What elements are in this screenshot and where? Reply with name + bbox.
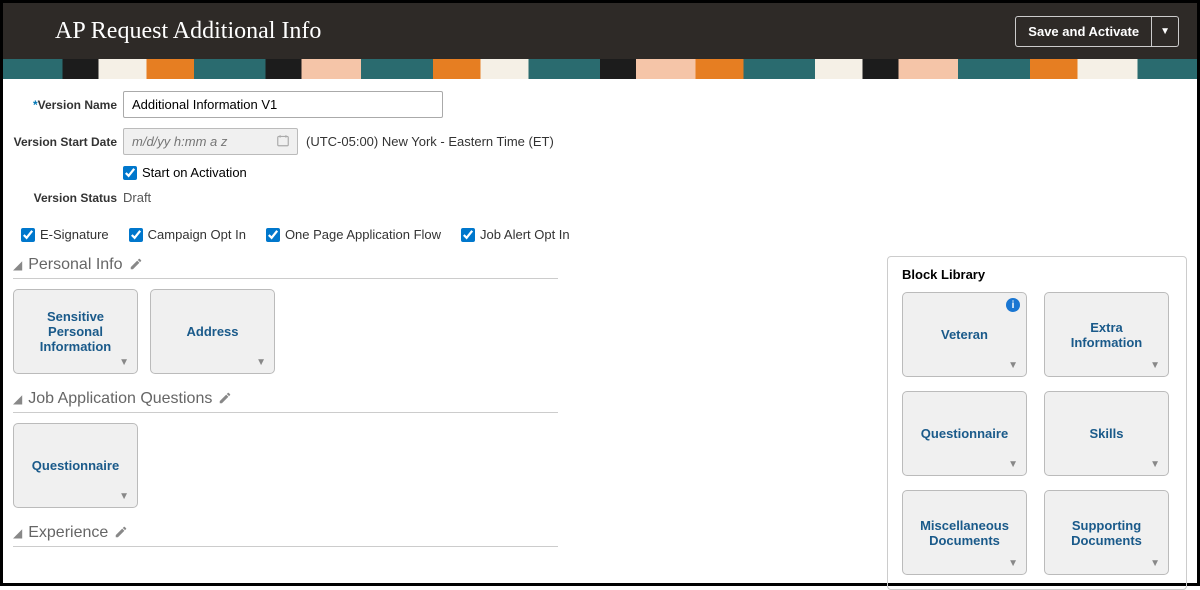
edit-icon[interactable] [129, 257, 143, 274]
block-label: Sensitive Personal Information [22, 309, 129, 354]
block-label: Veteran [941, 327, 988, 342]
experience-section: ◢ Experience [13, 524, 558, 547]
chevron-down-icon[interactable]: ▼ [1150, 360, 1160, 371]
collapse-icon[interactable]: ◢ [13, 526, 22, 540]
questionnaire-library-block[interactable]: Questionnaire ▼ [902, 391, 1027, 476]
start-on-activation-label: Start on Activation [142, 165, 247, 180]
save-dropdown-button[interactable]: ▼ [1152, 16, 1179, 47]
version-status-label: Version Status [13, 191, 123, 205]
page-title: AP Request Additional Info [55, 18, 321, 45]
job-alert-label: Job Alert Opt In [480, 227, 570, 242]
one-page-label: One Page Application Flow [285, 227, 441, 242]
version-start-date-input[interactable] [123, 128, 298, 155]
one-page-option[interactable]: One Page Application Flow [266, 227, 441, 242]
block-label: Extra Information [1053, 320, 1160, 350]
block-label: Miscellaneous Documents [911, 518, 1018, 548]
header-actions: Save and Activate ▼ [1015, 16, 1179, 47]
personal-info-title: Personal Info [28, 256, 122, 274]
supporting-docs-library-block[interactable]: Supporting Documents ▼ [1044, 490, 1169, 575]
version-status-value: Draft [123, 190, 151, 205]
personal-info-header[interactable]: ◢ Personal Info [13, 256, 558, 279]
misc-docs-library-block[interactable]: Miscellaneous Documents ▼ [902, 490, 1027, 575]
job-questions-section: ◢ Job Application Questions Questionnair… [13, 390, 558, 508]
decorative-banner [3, 59, 1197, 79]
block-label: Questionnaire [921, 426, 1008, 441]
chevron-down-icon[interactable]: ▼ [256, 357, 266, 368]
start-on-activation-checkbox[interactable] [123, 166, 137, 180]
chevron-down-icon[interactable]: ▼ [1150, 558, 1160, 569]
skills-library-block[interactable]: Skills ▼ [1044, 391, 1169, 476]
campaign-opt-checkbox[interactable] [129, 228, 143, 242]
esignature-option[interactable]: E-Signature [21, 227, 109, 242]
right-column: Block Library i Veteran ▼ Extra Informat… [578, 256, 1187, 590]
esignature-label: E-Signature [40, 227, 109, 242]
esignature-checkbox[interactable] [21, 228, 35, 242]
personal-info-section: ◢ Personal Info Sensitive Personal Infor… [13, 256, 558, 374]
experience-header[interactable]: ◢ Experience [13, 524, 558, 547]
block-library-panel: Block Library i Veteran ▼ Extra Informat… [887, 256, 1187, 590]
page-header: AP Request Additional Info Save and Acti… [3, 3, 1197, 59]
job-questions-title: Job Application Questions [28, 390, 212, 408]
extra-info-library-block[interactable]: Extra Information ▼ [1044, 292, 1169, 377]
main-layout: ◢ Personal Info Sensitive Personal Infor… [3, 256, 1197, 590]
job-questions-header[interactable]: ◢ Job Application Questions [13, 390, 558, 413]
campaign-opt-option[interactable]: Campaign Opt In [129, 227, 246, 242]
block-label: Supporting Documents [1053, 518, 1160, 548]
collapse-icon[interactable]: ◢ [13, 392, 22, 406]
experience-title: Experience [28, 524, 108, 542]
collapse-icon[interactable]: ◢ [13, 258, 22, 272]
job-alert-option[interactable]: Job Alert Opt In [461, 227, 570, 242]
options-row: E-Signature Campaign Opt In One Page App… [21, 227, 1187, 242]
block-label: Questionnaire [32, 458, 119, 473]
form-area: Version Name Version Start Date (UTC-05:… [3, 79, 1197, 242]
edit-icon[interactable] [218, 391, 232, 408]
sensitive-personal-info-block[interactable]: Sensitive Personal Information ▼ [13, 289, 138, 374]
chevron-down-icon[interactable]: ▼ [1008, 459, 1018, 470]
block-label: Skills [1090, 426, 1124, 441]
chevron-down-icon[interactable]: ▼ [1150, 459, 1160, 470]
one-page-checkbox[interactable] [266, 228, 280, 242]
questionnaire-block[interactable]: Questionnaire ▼ [13, 423, 138, 508]
save-activate-button[interactable]: Save and Activate [1015, 16, 1152, 47]
library-grid: i Veteran ▼ Extra Information ▼ Question… [902, 292, 1172, 575]
address-block[interactable]: Address ▼ [150, 289, 275, 374]
version-start-date-label: Version Start Date [13, 135, 123, 149]
block-label: Address [186, 324, 238, 339]
chevron-down-icon[interactable]: ▼ [1008, 558, 1018, 569]
chevron-down-icon[interactable]: ▼ [119, 491, 129, 502]
block-library-title: Block Library [902, 267, 1172, 282]
edit-icon[interactable] [114, 525, 128, 542]
info-icon[interactable]: i [1006, 298, 1020, 312]
calendar-icon[interactable] [276, 133, 290, 150]
chevron-down-icon[interactable]: ▼ [119, 357, 129, 368]
chevron-down-icon[interactable]: ▼ [1008, 360, 1018, 371]
veteran-library-block[interactable]: i Veteran ▼ [902, 292, 1027, 377]
left-column: ◢ Personal Info Sensitive Personal Infor… [13, 256, 558, 590]
version-name-label: Version Name [13, 98, 123, 112]
version-name-input[interactable] [123, 91, 443, 118]
campaign-opt-label: Campaign Opt In [148, 227, 246, 242]
timezone-text: (UTC-05:00) New York - Eastern Time (ET) [306, 134, 554, 149]
job-alert-checkbox[interactable] [461, 228, 475, 242]
